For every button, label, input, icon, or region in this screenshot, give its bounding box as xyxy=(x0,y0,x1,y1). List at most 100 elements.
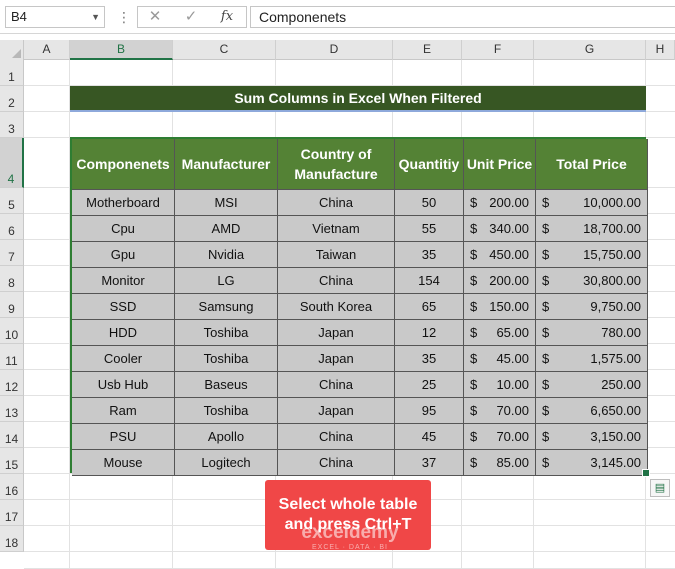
column-header-f[interactable]: F xyxy=(462,40,534,60)
table-cell[interactable]: China xyxy=(278,190,395,216)
column-header-b[interactable]: B xyxy=(70,40,173,60)
table-cell[interactable]: Apollo xyxy=(175,424,278,450)
table-cell[interactable]: Logitech xyxy=(175,450,278,476)
table-header-total-price[interactable]: Total Price xyxy=(536,139,648,190)
quick-analysis-icon[interactable]: ▤ xyxy=(650,479,670,497)
table-cell[interactable]: Toshiba xyxy=(175,346,278,372)
row-header-5[interactable]: 5 xyxy=(0,188,24,214)
row-header-1[interactable]: 1 xyxy=(0,60,24,86)
table-cell[interactable]: $150.00 xyxy=(464,294,536,320)
table-cell[interactable]: 25 xyxy=(395,372,464,398)
table-header-componenets[interactable]: Componenets xyxy=(72,139,175,190)
table-cell[interactable]: 50 xyxy=(395,190,464,216)
table-cell[interactable]: LG xyxy=(175,268,278,294)
table-cell[interactable]: 45 xyxy=(395,424,464,450)
table-cell[interactable]: $9,750.00 xyxy=(536,294,648,320)
table-cell[interactable]: $3,145.00 xyxy=(536,450,648,476)
table-cell[interactable]: AMD xyxy=(175,216,278,242)
table-cell[interactable]: Toshiba xyxy=(175,398,278,424)
table-cell[interactable]: $250.00 xyxy=(536,372,648,398)
row-header-12[interactable]: 12 xyxy=(0,370,24,396)
table-cell[interactable]: $340.00 xyxy=(464,216,536,242)
table-cell[interactable]: Usb Hub xyxy=(72,372,175,398)
row-header-11[interactable]: 11 xyxy=(0,344,24,370)
table-cell[interactable]: $10,000.00 xyxy=(536,190,648,216)
table-cell[interactable]: Mouse xyxy=(72,450,175,476)
row-header-16[interactable]: 16 xyxy=(0,474,24,500)
row-header-14[interactable]: 14 xyxy=(0,422,24,448)
table-cell[interactable]: $10.00 xyxy=(464,372,536,398)
table-cell[interactable]: $200.00 xyxy=(464,268,536,294)
table-cell[interactable]: $70.00 xyxy=(464,424,536,450)
fill-handle[interactable] xyxy=(642,469,650,477)
table-cell[interactable]: Samsung xyxy=(175,294,278,320)
table-cell[interactable]: $6,650.00 xyxy=(536,398,648,424)
row-header-13[interactable]: 13 xyxy=(0,396,24,422)
table-cell[interactable]: Ram xyxy=(72,398,175,424)
table-cell[interactable]: $30,800.00 xyxy=(536,268,648,294)
table-cell[interactable]: China xyxy=(278,372,395,398)
table-cell[interactable]: 37 xyxy=(395,450,464,476)
row-header-10[interactable]: 10 xyxy=(0,318,24,344)
column-header-d[interactable]: D xyxy=(276,40,393,60)
table-cell[interactable]: $18,700.00 xyxy=(536,216,648,242)
table-cell[interactable]: Nvidia xyxy=(175,242,278,268)
table-cell[interactable]: South Korea xyxy=(278,294,395,320)
table-cell[interactable]: Japan xyxy=(278,398,395,424)
table-header-manufacturer[interactable]: Manufacturer xyxy=(175,139,278,190)
column-header-c[interactable]: C xyxy=(173,40,276,60)
name-box[interactable]: B4 ▼ xyxy=(5,6,105,28)
table-cell[interactable]: Gpu xyxy=(72,242,175,268)
more-options-icon[interactable]: ⋮ xyxy=(117,6,131,28)
table-cell[interactable]: $200.00 xyxy=(464,190,536,216)
row-header-2[interactable]: 2 xyxy=(0,86,24,112)
table-cell[interactable]: Motherboard xyxy=(72,190,175,216)
table-cell[interactable]: 95 xyxy=(395,398,464,424)
table-cell[interactable]: 65 xyxy=(395,294,464,320)
row-header-17[interactable]: 17 xyxy=(0,500,24,526)
row-header-18[interactable]: 18 xyxy=(0,526,24,552)
row-header-9[interactable]: 9 xyxy=(0,292,24,318)
table-header-quantity[interactable]: Quantitiy xyxy=(395,139,464,190)
table-cell[interactable]: $780.00 xyxy=(536,320,648,346)
table-cell[interactable]: Japan xyxy=(278,346,395,372)
column-header-e[interactable]: E xyxy=(393,40,462,60)
select-all-button[interactable] xyxy=(0,40,24,60)
row-header-4[interactable]: 4 xyxy=(0,138,24,188)
table-cell[interactable]: Toshiba xyxy=(175,320,278,346)
column-header-g[interactable]: G xyxy=(534,40,646,60)
table-cell[interactable]: China xyxy=(278,268,395,294)
table-cell[interactable]: SSD xyxy=(72,294,175,320)
table-cell[interactable]: 35 xyxy=(395,346,464,372)
table-cell[interactable]: Cooler xyxy=(72,346,175,372)
row-header-7[interactable]: 7 xyxy=(0,240,24,266)
table-cell[interactable]: $85.00 xyxy=(464,450,536,476)
cancel-icon[interactable]: ✕ xyxy=(144,7,166,27)
table-header-country-of-manufacture[interactable]: Country of Manufacture xyxy=(278,139,395,190)
table-cell[interactable]: Baseus xyxy=(175,372,278,398)
table-cell[interactable]: Japan xyxy=(278,320,395,346)
table-cell[interactable]: Monitor xyxy=(72,268,175,294)
table-cell[interactable]: PSU xyxy=(72,424,175,450)
table-cell[interactable]: 35 xyxy=(395,242,464,268)
table-cell[interactable]: Vietnam xyxy=(278,216,395,242)
table-cell[interactable]: $45.00 xyxy=(464,346,536,372)
chevron-down-icon[interactable]: ▼ xyxy=(91,7,100,27)
table-cell[interactable]: $3,150.00 xyxy=(536,424,648,450)
table-cell[interactable]: $65.00 xyxy=(464,320,536,346)
column-header-a[interactable]: A xyxy=(24,40,70,60)
row-header-3[interactable]: 3 xyxy=(0,112,24,138)
table-cell[interactable]: $450.00 xyxy=(464,242,536,268)
table-cell[interactable]: 154 xyxy=(395,268,464,294)
table-cell[interactable]: $70.00 xyxy=(464,398,536,424)
table-cell[interactable]: China xyxy=(278,450,395,476)
insert-function-icon[interactable]: fx xyxy=(216,7,238,27)
table-cell[interactable]: $15,750.00 xyxy=(536,242,648,268)
table-cell[interactable]: MSI xyxy=(175,190,278,216)
table-header-unit-price[interactable]: Unit Price xyxy=(464,139,536,190)
formula-input[interactable]: Componenets xyxy=(250,6,675,28)
table-cell[interactable]: Cpu xyxy=(72,216,175,242)
row-header-8[interactable]: 8 xyxy=(0,266,24,292)
table-cell[interactable]: HDD xyxy=(72,320,175,346)
column-header-h[interactable]: H xyxy=(646,40,675,60)
